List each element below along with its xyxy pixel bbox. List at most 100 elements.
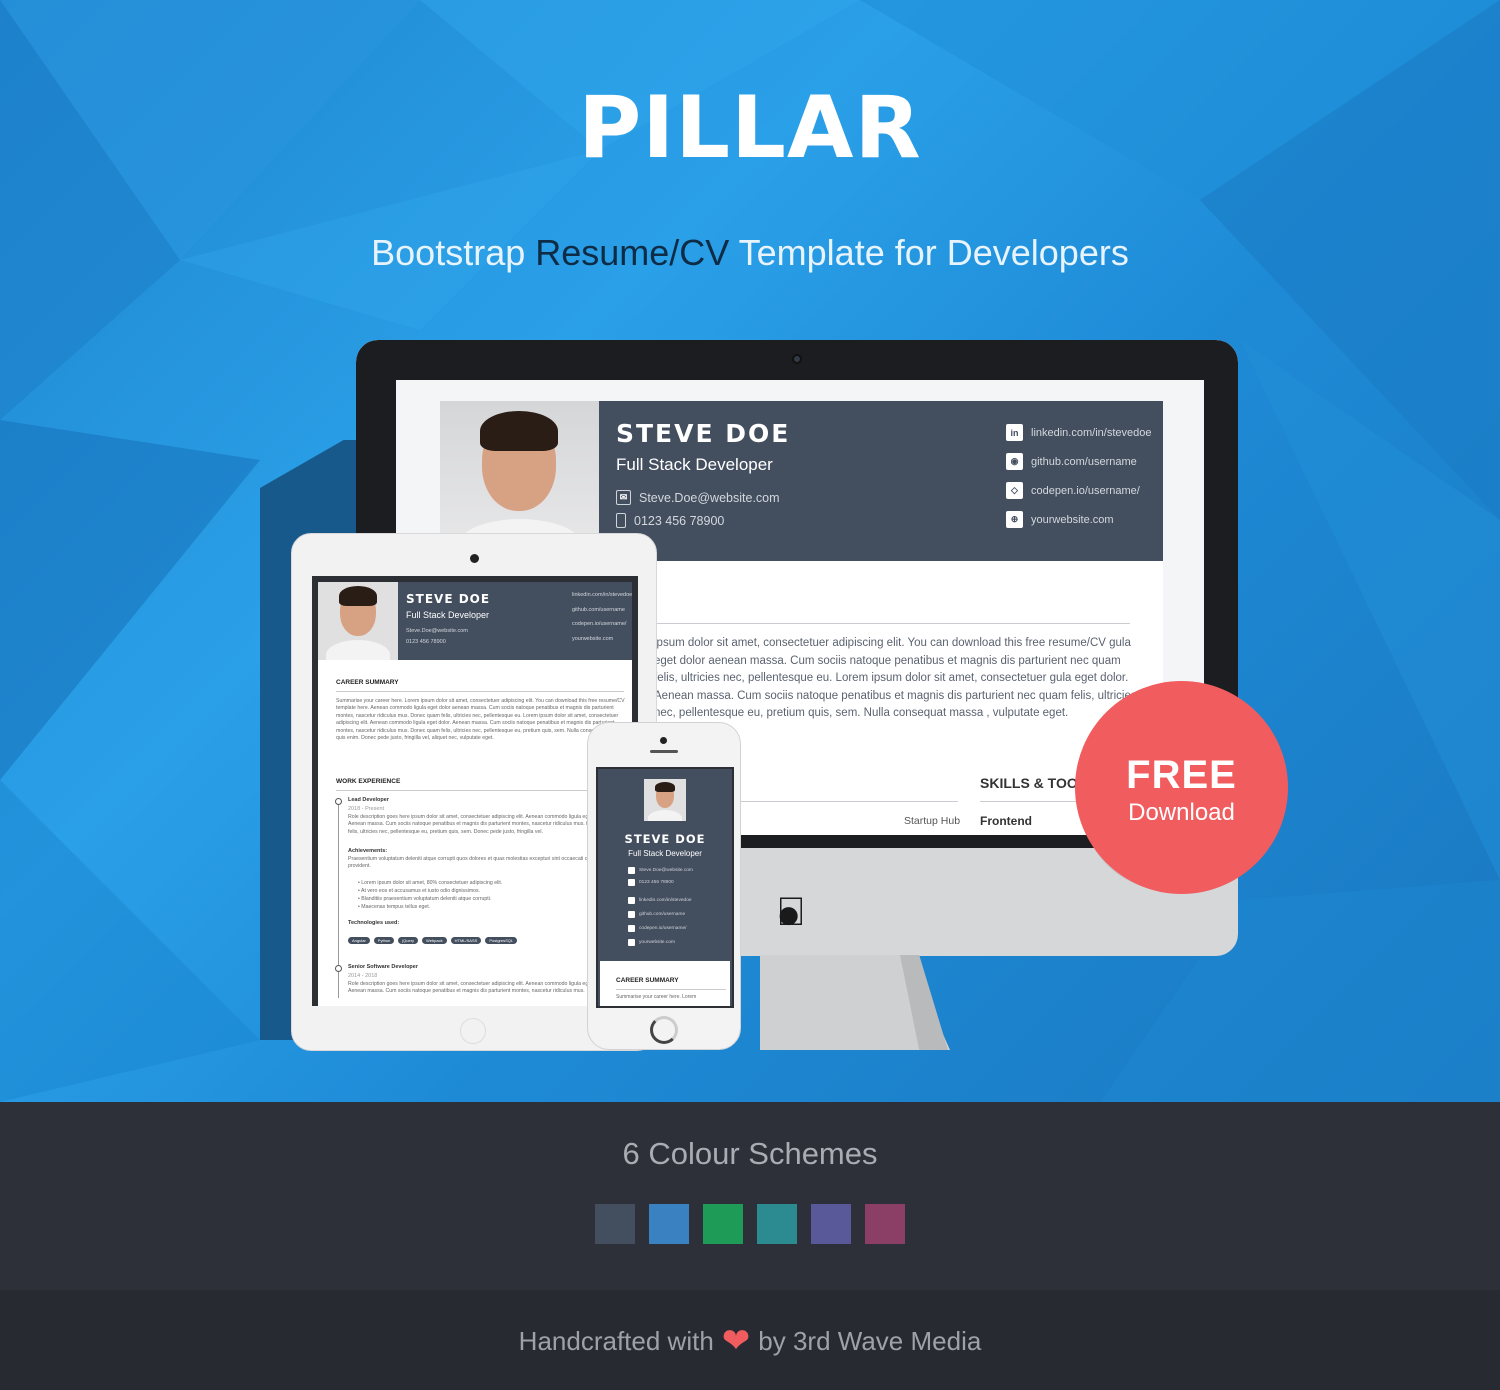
home-button	[650, 1016, 678, 1044]
career-summary-heading: CAREER SUMMARY	[616, 977, 679, 984]
footer-text-before: Handcrafted with	[518, 1325, 714, 1356]
email-link[interactable]: ✉ Steve.Doe@website.com	[616, 490, 780, 505]
camera-icon	[660, 737, 667, 744]
achievements-label: Achievements:	[348, 848, 388, 854]
achievement-bullet: • Blanditiis praesentium voluptatum dele…	[358, 896, 492, 902]
resume-name: STEVE DOE	[616, 419, 791, 448]
colour-swatches	[595, 1204, 905, 1244]
job-dates: 2018 - Present	[348, 806, 385, 812]
phone-device: STEVE DOE Full Stack Developer Steve.Doe…	[587, 722, 741, 1050]
social-codepen[interactable]: ◇ codepen.io/username/	[1006, 482, 1140, 499]
linkedin-icon: in	[1006, 424, 1023, 441]
badge-title: FREE	[1126, 753, 1237, 797]
tech-tag: Python	[373, 937, 395, 944]
apple-logo-icon: ●	[776, 890, 802, 937]
social-website[interactable]: ⊕ yourwebsite.com	[1006, 511, 1114, 528]
skill-category: Frontend	[980, 814, 1032, 828]
social-label: github.com/username	[572, 607, 625, 613]
job-description: Role description goes here ipsum dolor s…	[348, 981, 607, 995]
social-label: codepen.io/username/	[639, 926, 687, 931]
tech-tag: Webpack	[422, 937, 447, 944]
phone-text: 0123 456 78900	[634, 513, 725, 528]
bullet-text: Blanditiis praesentium voluptatum deleni…	[361, 896, 492, 902]
resume-header: STEVE DOE Full Stack Developer Steve.Doe…	[318, 582, 632, 660]
swatch-teal[interactable]	[757, 1204, 797, 1244]
subtitle-highlight: Resume/CV	[535, 232, 730, 273]
job-description: Role description goes here ipsum dolor s…	[348, 814, 616, 835]
colour-schemes-section: 6 Colour Schemes	[0, 1102, 1500, 1290]
social-label: yourwebsite.com	[572, 636, 614, 642]
resume-role: Full Stack Developer	[628, 849, 702, 858]
social-label: codepen.io/username/	[1031, 484, 1140, 497]
swatch-purple[interactable]	[811, 1204, 851, 1244]
section-divider	[616, 989, 726, 990]
career-summary-text: Summarise your career here. Lorem ipsum …	[336, 698, 625, 742]
social-label: codepen.io/username/	[572, 621, 627, 627]
tech-tag: HTML/SASS	[450, 937, 482, 944]
swatch-blue[interactable]	[649, 1204, 689, 1244]
phone-screen: STEVE DOE Full Stack Developer Steve.Doe…	[596, 767, 734, 1008]
phone-text: 0123 456 78900	[628, 879, 674, 886]
tech-tag: PostgresSQL	[485, 937, 518, 944]
social-label: github.com/username	[639, 912, 686, 917]
codepen-icon: ◇	[1006, 482, 1023, 499]
camera-icon	[792, 354, 802, 364]
job-dates: 2014 - 2018	[348, 973, 378, 979]
resume-name: STEVE DOE	[406, 592, 491, 606]
swatch-plum[interactable]	[865, 1204, 905, 1244]
github-icon: ◉	[1006, 453, 1023, 470]
bullet-text: At vero eos et accusamus et iusto odio d…	[360, 888, 481, 894]
phone-resume: STEVE DOE Full Stack Developer Steve.Doe…	[598, 769, 732, 1006]
swatch-green[interactable]	[703, 1204, 743, 1244]
speaker-icon	[650, 750, 678, 753]
free-download-badge[interactable]: FREE Download	[1075, 681, 1288, 894]
email-text: Steve.Doe@website.com	[639, 490, 780, 505]
colour-schemes-title: 6 Colour Schemes	[622, 1136, 878, 1171]
company-label: Startup Hub	[904, 815, 961, 827]
phone-link[interactable]: 0123 456 78900	[616, 513, 724, 528]
social-label: linkedin.com/in/stevedoe	[572, 592, 632, 598]
job-title: Lead Developer	[348, 797, 389, 803]
social-item: yourwebsite.com	[628, 939, 675, 946]
social-label: linkedin.com/in/stevedoe	[1031, 426, 1152, 439]
contact-text: Steve.Doe@website.com	[639, 868, 693, 873]
footer: Handcrafted with ❤ by 3rd Wave Media	[0, 1290, 1500, 1390]
globe-icon: ⊕	[1006, 511, 1023, 528]
achievements-text: Praesentium voluptatum deleniti atque co…	[348, 856, 618, 870]
profile-photo	[318, 582, 398, 660]
career-summary-text: ipsum dolor sit amet, consectetuer adipi…	[654, 637, 1137, 719]
social-label: yourwebsite.com	[1031, 513, 1114, 526]
page-title: PILLAR	[578, 78, 922, 178]
tech-tag: jQuery	[398, 937, 419, 944]
achievement-bullet: • Lorem ipsum dolor sit amet, 80% consec…	[358, 880, 503, 886]
hero-section: PILLAR Bootstrap Resume/CV Template for …	[0, 0, 1500, 1102]
contact-text: 0123 456 78900	[639, 880, 674, 885]
career-summary-section: CAREER SUMMARY Summarise your career her…	[600, 961, 730, 1006]
social-github[interactable]: ◉ github.com/username	[1006, 453, 1137, 470]
section-divider	[336, 790, 624, 791]
page-subtitle: Bootstrap Resume/CV Template for Develop…	[0, 232, 1500, 274]
profile-photo	[644, 779, 686, 821]
timeline-dot	[335, 965, 342, 972]
badge-subtitle: Download	[1128, 799, 1235, 826]
swatch-slate[interactable]	[595, 1204, 635, 1244]
achievement-bullet: • Maecenas tempus tellus eget.	[358, 904, 431, 910]
tech-tags: Angular Python jQuery Webpack HTML/SASS …	[348, 937, 518, 944]
tech-tag: Angular	[348, 937, 370, 944]
social-label: github.com/username	[1031, 455, 1137, 468]
work-experience-heading: WORK EXPERIENCE	[336, 778, 401, 785]
section-divider	[336, 691, 624, 692]
achievement-bullet: • At vero eos et accusamus et iusto odio…	[358, 888, 481, 894]
envelope-icon: ✉	[616, 490, 631, 505]
bullet-text: Lorem ipsum dolor sit amet, 80% consecte…	[361, 880, 503, 886]
phone-text: 0123 456 78900	[406, 639, 446, 645]
tablet-resume: STEVE DOE Full Stack Developer Steve.Doe…	[318, 582, 632, 1006]
email-text: Steve.Doe@website.com	[406, 628, 468, 634]
resume-role: Full Stack Developer	[616, 455, 773, 474]
bullet-text: Maecenas tempus tellus eget.	[361, 904, 431, 910]
heart-icon: ❤	[721, 1322, 751, 1360]
social-item: github.com/username	[628, 911, 685, 918]
subtitle-part: Template for Developers	[729, 232, 1129, 273]
email-text: Steve.Doe@website.com	[628, 867, 693, 874]
social-linkedin[interactable]: in linkedin.com/in/stevedoe	[1006, 424, 1151, 441]
